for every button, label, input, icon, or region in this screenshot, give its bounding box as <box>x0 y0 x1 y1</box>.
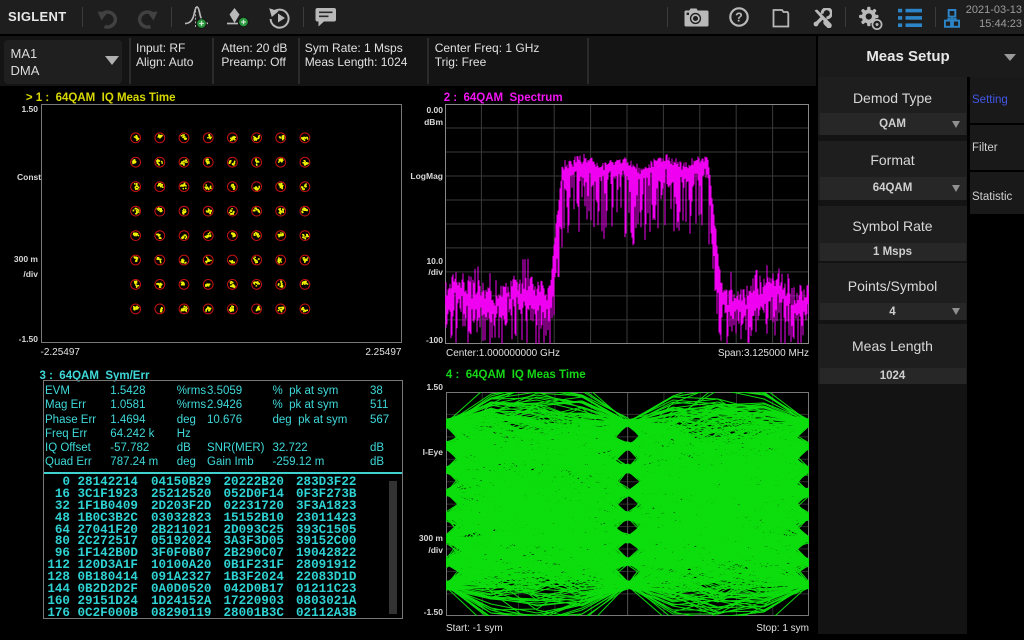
svg-text:?: ? <box>735 11 743 25</box>
